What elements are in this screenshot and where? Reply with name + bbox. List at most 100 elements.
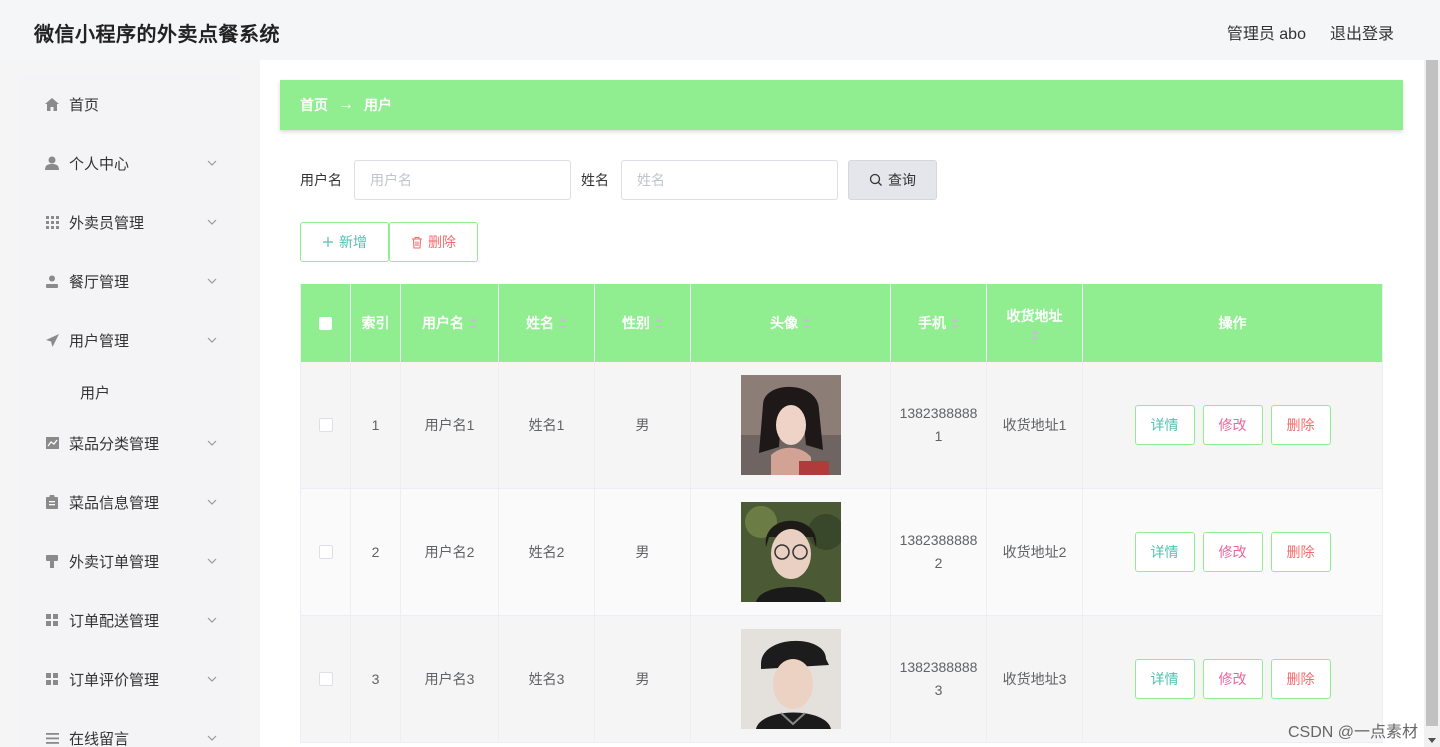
main-content: 首页 → 用户 用户名 姓名 查询 新增 删除 索引 用户名 姓名 性别 头像 <box>260 60 1424 747</box>
sidebar-item-order[interactable]: 外卖订单管理 <box>20 546 240 576</box>
header-avatar[interactable]: 头像 <box>691 284 891 362</box>
search-icon <box>869 173 882 186</box>
chevron-down-icon <box>206 275 218 287</box>
app-title: 微信小程序的外卖点餐系统 <box>34 24 280 46</box>
query-button[interactable]: 查询 <box>848 160 937 200</box>
sort-icon[interactable] <box>803 317 811 329</box>
chevron-down-icon <box>206 673 218 685</box>
sidebar-item-delivery[interactable]: 订单配送管理 <box>20 605 240 635</box>
chevron-down-icon <box>206 334 218 346</box>
header-gender[interactable]: 性别 <box>595 284 691 362</box>
breadcrumb-home[interactable]: 首页 <box>300 95 328 115</box>
sidebar-item-home[interactable]: 首页 <box>20 89 240 119</box>
header-phone[interactable]: 手机 <box>891 284 987 362</box>
person-icon <box>44 273 60 289</box>
home-icon <box>44 96 60 112</box>
sidebar-item-label: 订单配送管理 <box>69 612 160 630</box>
edit-button[interactable]: 修改 <box>1202 532 1263 572</box>
detail-button[interactable]: 详情 <box>1134 532 1195 572</box>
gender-cell: 男 <box>595 616 691 742</box>
phone-text: 13823888881 <box>899 405 978 444</box>
index-cell: 3 <box>351 616 401 742</box>
admin-user-label[interactable]: 管理员 abo <box>1227 20 1306 44</box>
sort-icon[interactable] <box>469 317 477 329</box>
header-index: 索引 <box>351 284 401 362</box>
header-username[interactable]: 用户名 <box>401 284 499 362</box>
name-search-input[interactable] <box>621 160 838 200</box>
gender-cell: 男 <box>595 489 691 615</box>
sidebar-item-restaurant[interactable]: 餐厅管理 <box>20 266 240 296</box>
address-cell: 收货地址1 <box>987 362 1083 488</box>
sidebar-item-profile[interactable]: 个人中心 <box>20 148 240 178</box>
trash-icon <box>412 236 422 249</box>
sidebar-item-dish-info[interactable]: 菜品信息管理 <box>20 487 240 517</box>
row-checkbox[interactable] <box>318 672 333 686</box>
chevron-down-icon <box>206 496 218 508</box>
username-search-input[interactable] <box>354 160 571 200</box>
sort-icon[interactable] <box>655 317 663 329</box>
index-cell: 2 <box>351 489 401 615</box>
edit-button[interactable]: 修改 <box>1202 405 1263 445</box>
edit-button[interactable]: 修改 <box>1202 659 1263 699</box>
header-name[interactable]: 姓名 <box>499 284 595 362</box>
sidebar-item-message[interactable]: 在线留言 <box>20 723 240 747</box>
add-button[interactable]: 新增 <box>300 222 389 262</box>
avatar-image[interactable] <box>740 629 841 729</box>
address-cell: 收货地址2 <box>987 489 1083 615</box>
sidebar-item-label: 菜品分类管理 <box>69 435 160 453</box>
name-label: 姓名 <box>581 172 609 188</box>
scroll-down-arrow-icon[interactable] <box>1428 738 1436 743</box>
header-avatar-label: 头像 <box>770 315 798 331</box>
sidebar-item-dish-category[interactable]: 菜品分类管理 <box>20 428 240 458</box>
phone-cell: 13823888881 <box>891 362 987 488</box>
select-all-checkbox[interactable] <box>319 316 332 330</box>
sidebar-subitem-user[interactable]: 用户 <box>80 382 110 403</box>
row-check-cell <box>301 616 351 742</box>
chevron-down-icon <box>206 437 218 449</box>
page-scrollbar[interactable] <box>1424 60 1440 747</box>
ops-cell: 详情 修改 删除 <box>1083 362 1383 488</box>
gender-cell: 男 <box>595 362 691 488</box>
avatar-image[interactable] <box>740 375 841 475</box>
detail-button[interactable]: 详情 <box>1134 659 1195 699</box>
avatar-cell <box>691 616 891 742</box>
chevron-down-icon <box>206 157 218 169</box>
delete-button[interactable]: 删除 <box>1270 532 1331 572</box>
sidebar-item-courier[interactable]: 外卖员管理 <box>20 207 240 237</box>
add-label: 新增 <box>339 234 367 250</box>
avatar-image[interactable] <box>740 502 841 602</box>
delete-button[interactable]: 删除 <box>1270 405 1331 445</box>
batch-delete-button[interactable]: 删除 <box>389 222 478 262</box>
phone-text: 13823888883 <box>899 659 978 698</box>
chart-icon <box>44 435 60 451</box>
sidebar-item-review[interactable]: 订单评价管理 <box>20 664 240 694</box>
avatar-cell <box>691 489 891 615</box>
sidebar-item-label: 订单评价管理 <box>69 671 160 689</box>
header-name-label: 姓名 <box>526 315 554 331</box>
table-row: 1 用户名1 姓名1 男 13823888881 收货地址1 详情 修改 删除 <box>301 362 1383 489</box>
row-checkbox[interactable] <box>318 545 333 559</box>
header-address[interactable]: 收货地址 <box>987 284 1083 362</box>
username-label: 用户名 <box>300 172 342 188</box>
scrollbar-thumb[interactable] <box>1426 60 1438 726</box>
delete-button[interactable]: 删除 <box>1270 659 1331 699</box>
header-index-label: 索引 <box>361 315 390 331</box>
search-bar: 用户名 姓名 查询 <box>300 160 937 200</box>
row-check-cell <box>301 489 351 615</box>
sort-icon[interactable] <box>559 317 567 329</box>
table-row: 3 用户名3 姓名3 男 13823888883 收货地址3 详情 修改 删除 <box>301 616 1383 743</box>
top-right-area: 管理员 abo 退出登录 <box>1227 20 1394 44</box>
clipboard-icon <box>44 494 60 510</box>
send-icon <box>44 332 60 348</box>
row-checkbox[interactable] <box>318 418 333 432</box>
watermark: CSDN @一点素材 <box>1288 724 1419 741</box>
logout-link[interactable]: 退出登录 <box>1330 20 1394 44</box>
sort-icon[interactable] <box>951 317 959 329</box>
sort-icon[interactable] <box>1030 329 1039 341</box>
list-icon <box>44 730 60 746</box>
plus-icon <box>323 237 333 247</box>
sidebar-item-label: 首页 <box>69 96 100 114</box>
chevron-down-icon <box>206 555 218 567</box>
detail-button[interactable]: 详情 <box>1134 405 1195 445</box>
sidebar-item-user-mgmt[interactable]: 用户管理 <box>20 325 240 355</box>
